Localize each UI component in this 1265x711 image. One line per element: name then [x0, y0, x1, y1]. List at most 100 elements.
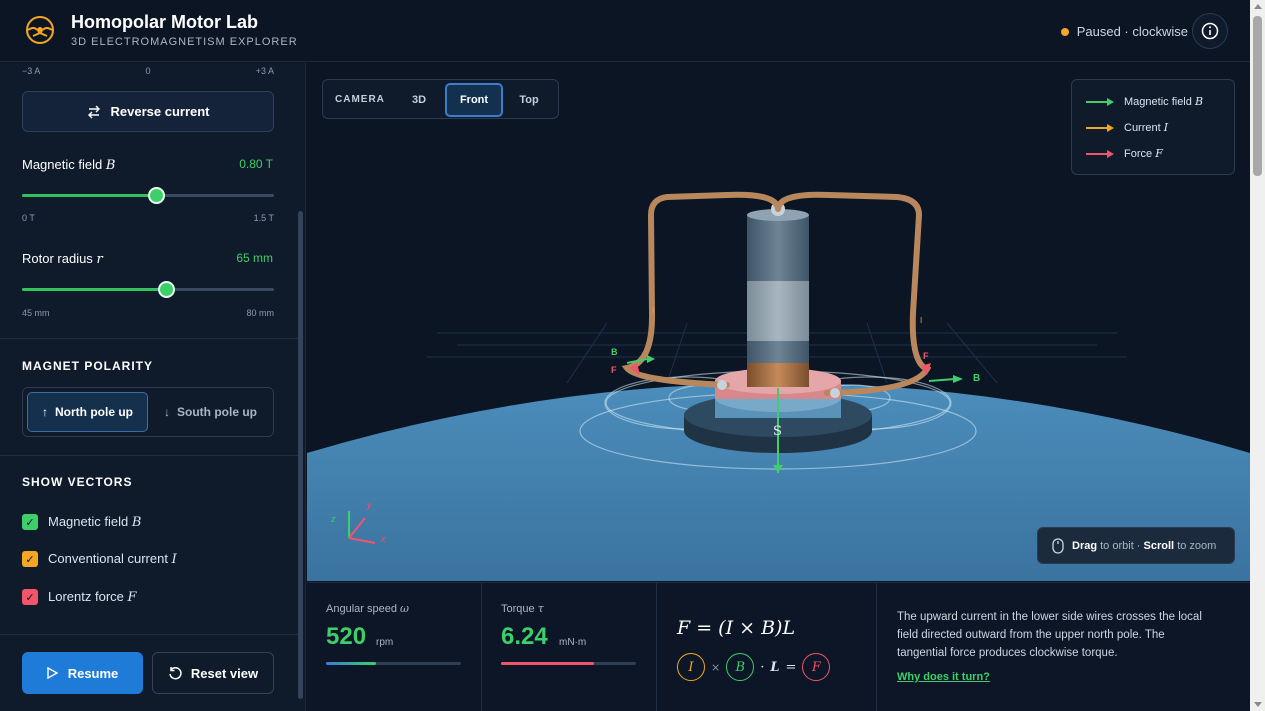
camera-front-button[interactable]: Front — [445, 83, 503, 117]
scene-viewport[interactable]: S B F I B F I x y z CAMERA 3D Front Top … — [307, 63, 1250, 581]
angular-speed-symbol: ω — [400, 602, 409, 615]
camera-3d-button[interactable]: 3D — [401, 83, 437, 117]
vector-current-symbol: I — [171, 552, 177, 567]
polarity-toggle: ↑ North pole up ↓ South pole up — [22, 387, 274, 437]
north-pole-label: North pole up — [55, 405, 133, 419]
torque-unit: mN·m — [559, 637, 587, 648]
formula-current-symbol: I — [677, 653, 705, 681]
resume-button[interactable]: Resume — [22, 652, 143, 694]
torque-bar-fill — [501, 662, 595, 665]
play-icon — [47, 667, 58, 679]
reset-view-label: Reset view — [190, 665, 259, 681]
app-subtitle: 3D ELECTROMAGNETISM EXPLORER — [71, 36, 298, 48]
battery-copper-band — [747, 363, 809, 387]
why-does-it-turn-link[interactable]: Why does it turn? — [897, 671, 990, 683]
camera-top-button[interactable]: Top — [511, 83, 547, 117]
current-mid-label: 0 — [145, 66, 151, 76]
checkbox-checked-icon[interactable]: ✓ — [22, 551, 38, 567]
explanation-text: The upward current in the lower side wir… — [897, 611, 1202, 659]
hint-drag: Drag — [1072, 539, 1098, 552]
radius-slider[interactable] — [22, 281, 274, 298]
current-max-label: +3 A — [255, 66, 274, 76]
field-range-labels: 0 T 1.5 T — [22, 213, 274, 223]
app-title: Homopolar Motor Lab — [71, 12, 258, 32]
south-pole-up-button[interactable]: ↓ South pole up — [150, 392, 271, 432]
app-header: Homopolar Motor Lab 3D ELECTROMAGNETISM … — [0, 0, 1250, 62]
control-sidebar: −3 A 0 +3 A Reverse current Magnetic fie… — [0, 63, 306, 711]
arrow-right-icon — [1086, 123, 1114, 132]
vector-toggle-current[interactable]: ✓ Conventional current I — [22, 551, 177, 567]
hint-drag-rest: to orbit · — [1100, 539, 1141, 552]
sidebar-divider — [0, 634, 298, 635]
window-scrollbar-thumb[interactable] — [1253, 16, 1262, 176]
field-slider-fill — [22, 194, 156, 197]
field-min-label: 0 T — [22, 213, 35, 223]
angular-speed-value: 520 — [326, 623, 367, 650]
legend-current: Current I — [1086, 121, 1168, 134]
scroll-up-icon[interactable] — [1254, 4, 1262, 9]
torque-label: Torque τ — [501, 602, 544, 615]
angular-speed-metric: Angular speed ω 520 rpm — [307, 583, 482, 711]
scroll-down-icon[interactable] — [1254, 702, 1262, 707]
angular-speed-bar — [326, 662, 461, 665]
angular-speed-label-text: Angular speed — [326, 603, 397, 615]
formula-times: × — [711, 660, 721, 674]
lorentz-formula: F = (I × B)L — [677, 617, 796, 639]
north-pole-up-button[interactable]: ↑ North pole up — [27, 392, 148, 432]
vector-legend: Magnetic field B Current I Force F — [1071, 79, 1235, 175]
radius-slider-handle[interactable] — [157, 281, 175, 298]
reset-view-button[interactable]: Reset view — [152, 652, 274, 694]
vector-toggle-force[interactable]: ✓ Lorentz force F — [22, 589, 137, 605]
vector-f-right-label: F — [923, 351, 929, 361]
radius-slider-fill — [22, 288, 166, 291]
arrow-down-icon: ↓ — [164, 405, 170, 419]
orbit-hint: Drag to orbit · Scroll to zoom — [1037, 527, 1235, 564]
radius-symbol: r — [96, 252, 103, 267]
status-indicator: Paused · clockwise — [1060, 24, 1188, 39]
app-root: Homopolar Motor Lab 3D ELECTROMAGNETISM … — [0, 0, 1265, 711]
torque-metric: Torque τ 6.24 mN·m — [482, 583, 657, 711]
angular-speed-unit: rpm — [376, 637, 394, 648]
wire-contact-left — [717, 380, 727, 390]
arrow-right-icon — [1086, 149, 1114, 158]
reverse-current-button[interactable]: Reverse current — [22, 91, 274, 132]
axis-z-label: z — [330, 514, 336, 524]
formula-dot: · — [760, 659, 765, 675]
vector-f-left-label: F — [611, 365, 617, 375]
status-dot-icon — [1060, 27, 1069, 36]
field-slider-handle[interactable] — [147, 187, 165, 204]
field-max-label: 1.5 T — [253, 213, 274, 223]
vector-field-symbol: B — [131, 515, 142, 530]
info-button[interactable] — [1192, 13, 1228, 49]
hint-scroll-rest: to zoom — [1177, 539, 1217, 552]
legend-force: Force F — [1086, 147, 1163, 160]
arrow-up-icon: ↑ — [42, 405, 48, 419]
formula-force-symbol: F — [802, 653, 831, 681]
polarity-section-title: MAGNET POLARITY — [22, 359, 153, 373]
field-slider[interactable] — [22, 187, 274, 204]
swap-arrows-icon — [87, 105, 100, 118]
field-label-text: Magnetic field — [22, 157, 103, 172]
sidebar-scrollbar[interactable] — [298, 63, 304, 711]
radius-slider-label: Rotor radius r — [22, 251, 103, 267]
field-value: 0.80 T — [239, 157, 273, 171]
reverse-current-label: Reverse current — [110, 104, 210, 119]
window-scrollbar[interactable] — [1250, 0, 1265, 711]
motor-logo-icon — [26, 16, 54, 44]
torque-value: 6.24 — [501, 623, 548, 650]
arrow-right-icon — [1086, 97, 1114, 106]
radius-min-label: 45 mm — [22, 308, 50, 318]
sidebar-scrollbar-thumb[interactable] — [298, 211, 303, 699]
torque-bar — [501, 662, 636, 665]
checkbox-checked-icon[interactable]: ✓ — [22, 589, 38, 605]
legend-current-label: Current — [1124, 122, 1161, 134]
angular-speed-label: Angular speed ω — [326, 602, 409, 615]
formula-length-symbol: L — [770, 659, 780, 675]
vector-toggle-field[interactable]: ✓ Magnetic field B — [22, 514, 141, 530]
legend-current-symbol: I — [1163, 121, 1169, 134]
angular-speed-bar-fill — [326, 662, 376, 665]
current-min-label: −3 A — [22, 66, 41, 76]
field-slider-label: Magnetic field B — [22, 157, 115, 173]
vector-i-left-label: I — [652, 306, 654, 315]
checkbox-checked-icon[interactable]: ✓ — [22, 514, 38, 530]
